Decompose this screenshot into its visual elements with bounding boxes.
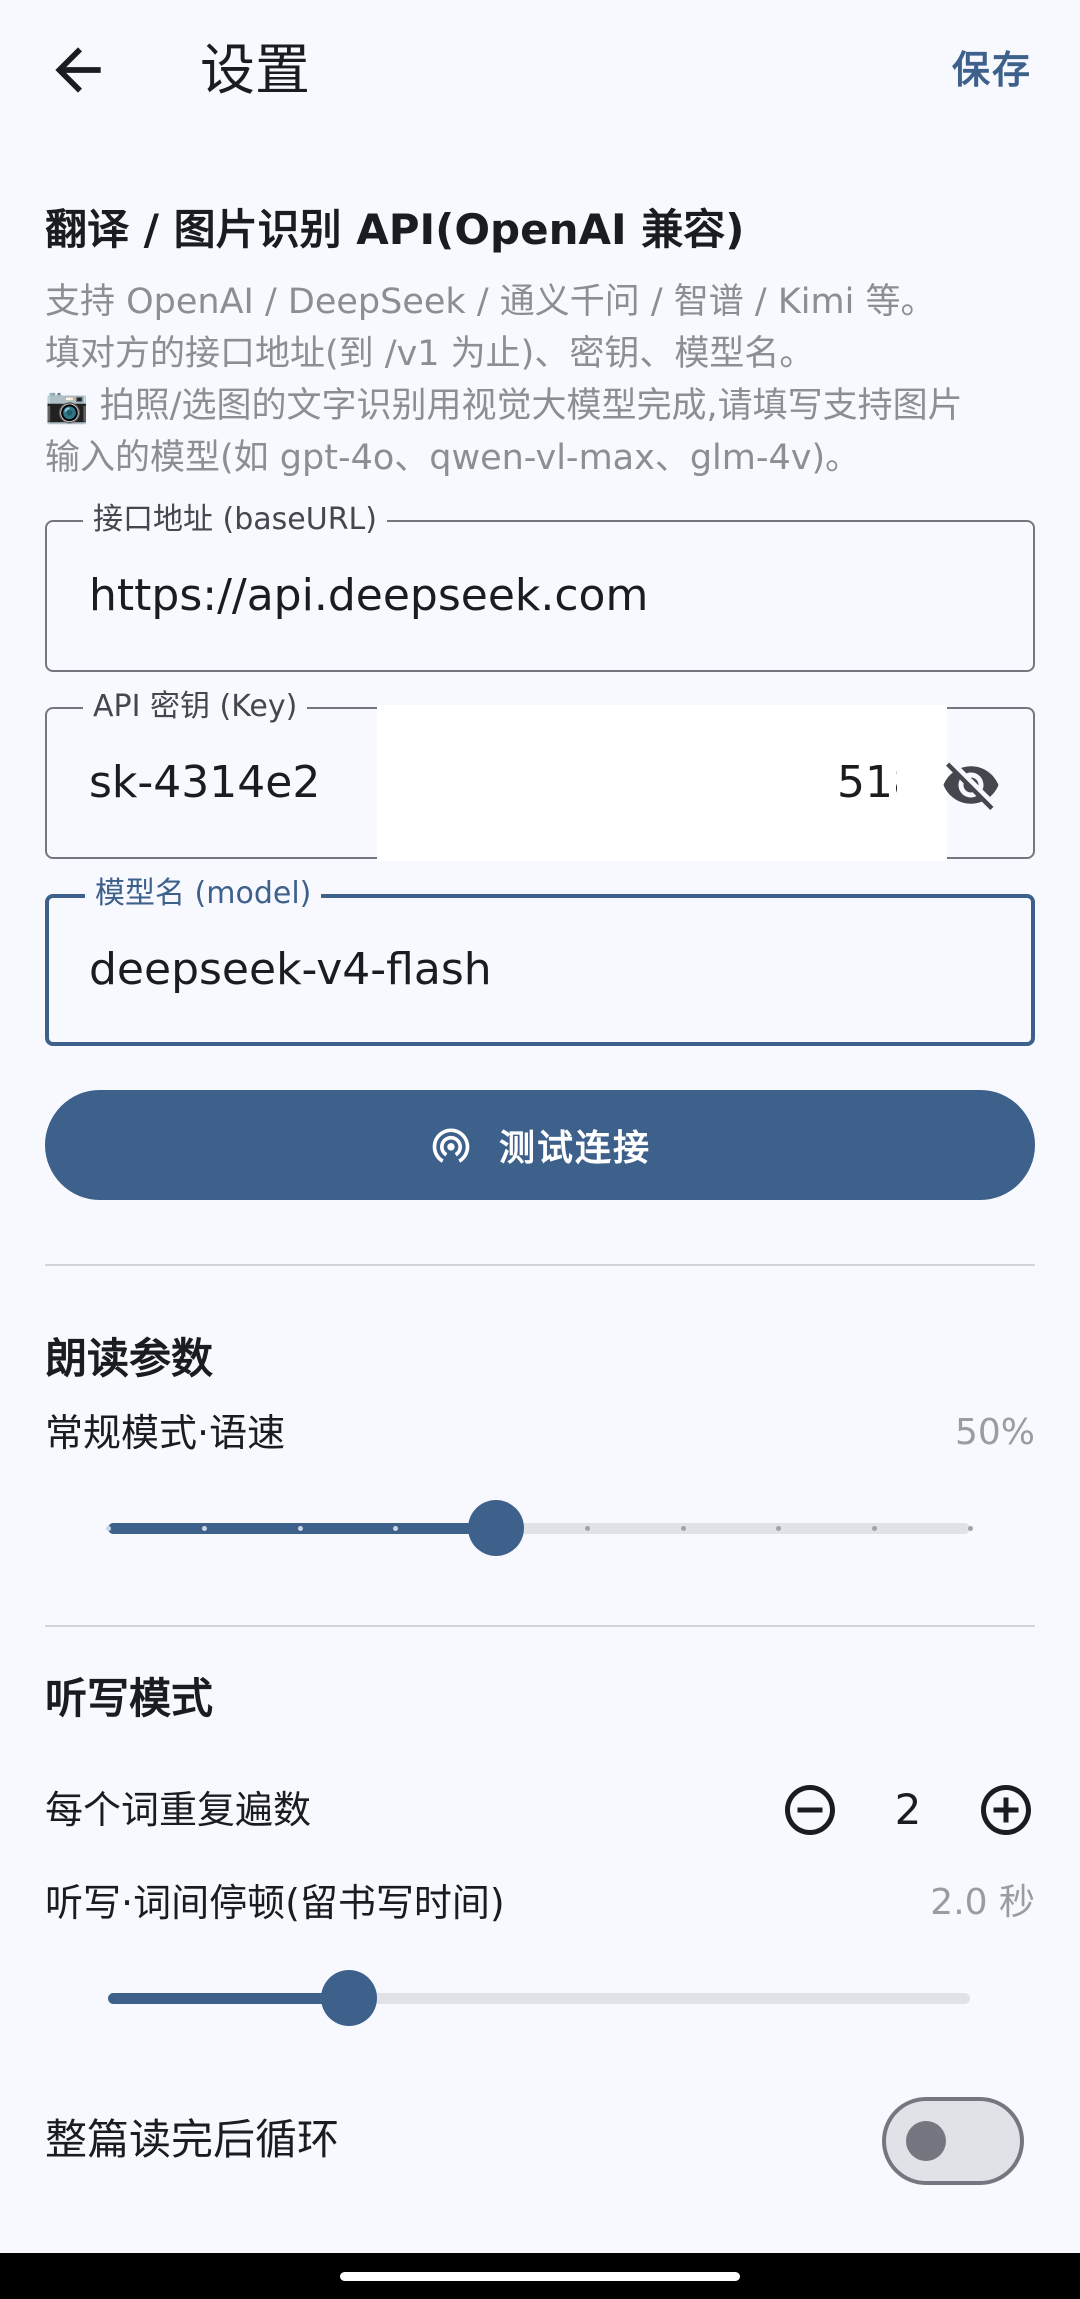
test-connection-label: 测试连接 (498, 1128, 651, 1169)
back-button[interactable] (44, 36, 112, 104)
api-key-field[interactable]: API 密钥 (Key) sk-4314e2 518 (45, 685, 1035, 861)
slider-tick (776, 1526, 781, 1531)
slider-thumb[interactable] (468, 1500, 524, 1556)
slider-tick (968, 1526, 973, 1531)
slider-tick (106, 1526, 111, 1531)
slider-tick (393, 1526, 398, 1531)
speed-label: 常规模式·语速 (45, 1411, 286, 1455)
slider-tick (202, 1526, 207, 1531)
wifi-tethering-icon (432, 1128, 470, 1163)
test-connection-button[interactable]: 测试连接 (45, 1090, 1035, 1200)
speed-slider[interactable] (106, 1498, 973, 1558)
slider-tick (681, 1526, 686, 1531)
add-circle-outline-icon (981, 1785, 1031, 1835)
switch-knob (906, 2121, 946, 2161)
speed-value: 50% (954, 1412, 1035, 1453)
loop-switch[interactable] (882, 2097, 1024, 2185)
model-field[interactable]: 模型名 (model) deepseek-v4-flash (45, 872, 1035, 1046)
toggle-visibility-button[interactable] (939, 755, 1003, 815)
divider (45, 1264, 1035, 1266)
model-value[interactable]: deepseek-v4-flash (89, 940, 492, 1000)
reading-section-title: 朗读参数 (45, 1334, 214, 1383)
remove-circle-outline-icon (785, 1785, 835, 1835)
repeat-label: 每个词重复遍数 (45, 1788, 312, 1832)
repeat-count: 2 (894, 1785, 922, 1834)
visibility-off-icon (943, 762, 999, 810)
desc-line: 支持 OpenAI / DeepSeek / 通义千问 / 智谱 / Kimi … (45, 282, 936, 322)
system-nav-bar (0, 2253, 1080, 2299)
increment-button[interactable] (976, 1780, 1036, 1840)
api-section-title: 翻译 / 图片识别 API(OpenAI 兼容) (45, 205, 745, 254)
api-key-value[interactable]: sk-4314e2 (89, 753, 320, 813)
base-url-field[interactable]: 接口地址 (baseURL) https://api.deepseek.com (45, 498, 1035, 672)
dictation-section-title: 听写模式 (45, 1674, 214, 1723)
home-indicator[interactable] (340, 2272, 740, 2281)
api-key-tail: 518 (837, 757, 897, 808)
base-url-value[interactable]: https://api.deepseek.com (89, 566, 648, 626)
api-description: 支持 OpenAI / DeepSeek / 通义千问 / 智谱 / Kimi … (45, 276, 1035, 484)
pause-label: 听写·词间停顿(留书写时间) (45, 1881, 505, 1925)
save-button[interactable]: 保存 (952, 40, 1032, 100)
base-url-label: 接口地址 (baseURL) (83, 498, 387, 542)
slider-thumb[interactable] (321, 1970, 377, 2026)
slider-tick (298, 1526, 303, 1531)
pause-value: 2.0 秒 (930, 1882, 1035, 1923)
slider-active-track (108, 1993, 349, 2004)
desc-line: 输入的模型(如 gpt-4o、qwen-vl-max、glm-4v)。 (45, 438, 861, 478)
desc-line: 📷 拍照/选图的文字识别用视觉大模型完成,请填写支持图片 (45, 386, 963, 426)
api-key-label: API 密钥 (Key) (83, 685, 308, 729)
decrement-button[interactable] (780, 1780, 840, 1840)
repeat-stepper: 2 (780, 1780, 1036, 1840)
model-label: 模型名 (model) (85, 872, 322, 916)
desc-line: 填对方的接口地址(到 /v1 为止)、密钥、模型名。 (45, 334, 815, 374)
arrow-back-icon (55, 47, 101, 93)
page-title: 设置 (200, 38, 311, 102)
pause-slider[interactable] (108, 1968, 970, 2028)
slider-tick (872, 1526, 877, 1531)
divider (45, 1625, 1035, 1627)
loop-label: 整篇读完后循环 (45, 2115, 340, 2164)
slider-tick (585, 1526, 590, 1531)
